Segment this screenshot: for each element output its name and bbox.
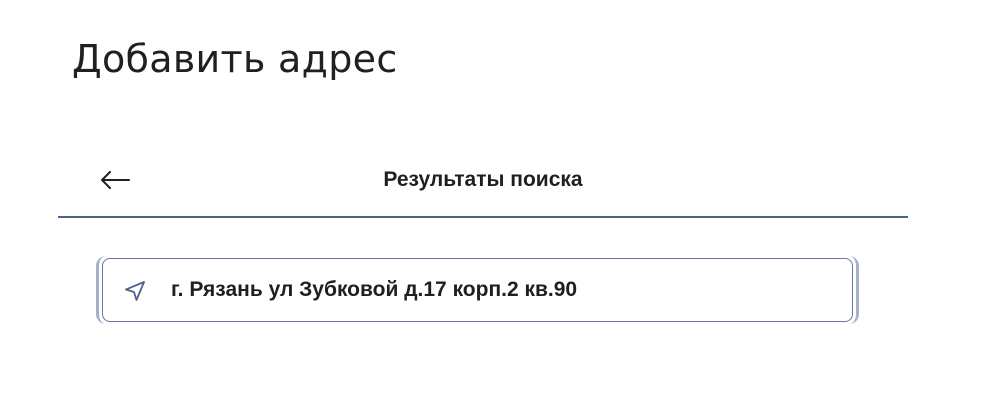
address-result-item[interactable]: г. Рязань ул Зубковой д.17 корп.2 кв.90 bbox=[102, 258, 853, 322]
address-result-text: г. Рязань ул Зубковой д.17 корп.2 кв.90 bbox=[171, 278, 578, 301]
search-results-header: Результаты поиска bbox=[58, 150, 908, 218]
results-title: Результаты поиска bbox=[383, 168, 583, 191]
navigation-arrow-icon bbox=[125, 281, 145, 301]
page-title: Добавить адрес bbox=[72, 37, 398, 81]
